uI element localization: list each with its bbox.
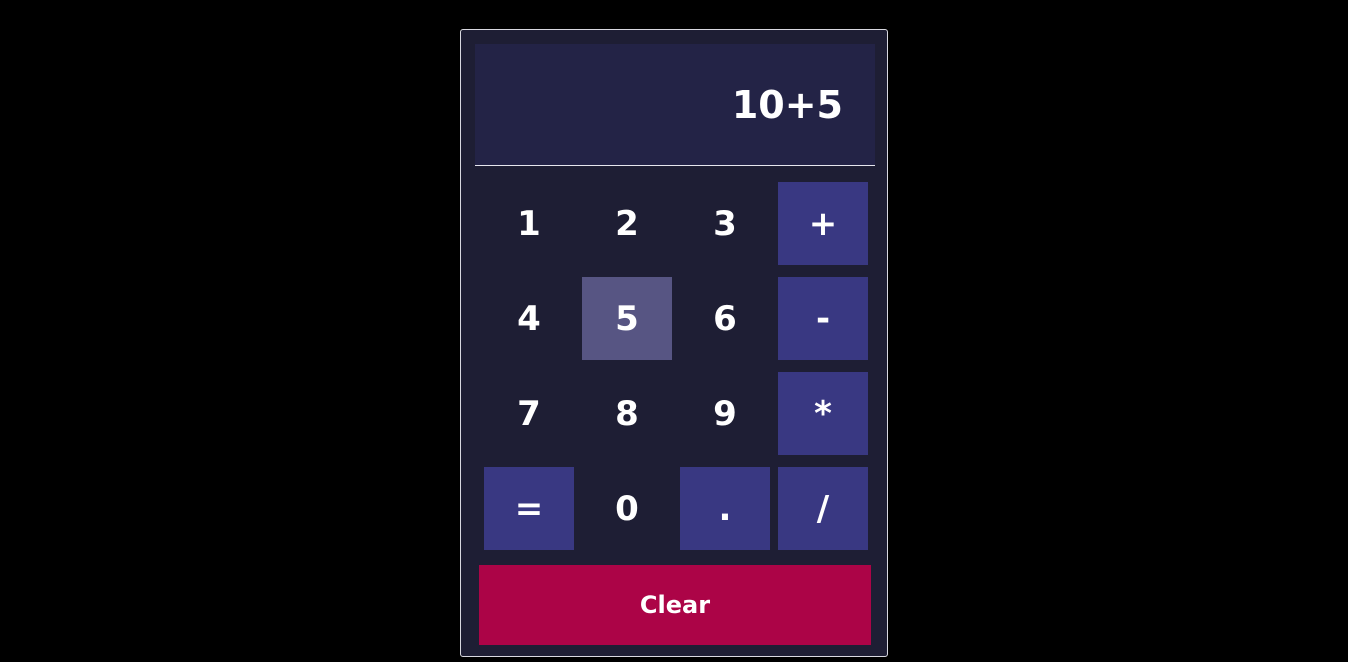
key-0[interactable]: 0 [582, 467, 672, 550]
key-1[interactable]: 1 [484, 182, 574, 265]
display-value: 10+5 [731, 82, 843, 127]
key-3[interactable]: 3 [680, 182, 770, 265]
key-9[interactable]: 9 [680, 372, 770, 455]
calculator-panel: 10+5 1 2 3 + 4 5 6 - 7 8 9 * = 0 . / Cle… [460, 29, 888, 657]
clear-button[interactable]: Clear [479, 565, 871, 645]
key-2[interactable]: 2 [582, 182, 672, 265]
key-4[interactable]: 4 [484, 277, 574, 360]
key-divide[interactable]: / [778, 467, 868, 550]
key-8[interactable]: 8 [582, 372, 672, 455]
key-5[interactable]: 5 [582, 277, 672, 360]
key-decimal[interactable]: . [680, 467, 770, 550]
key-minus[interactable]: - [778, 277, 868, 360]
key-7[interactable]: 7 [484, 372, 574, 455]
key-equals[interactable]: = [484, 467, 574, 550]
key-6[interactable]: 6 [680, 277, 770, 360]
calculator-display: 10+5 [475, 44, 875, 166]
key-plus[interactable]: + [778, 182, 868, 265]
key-multiply[interactable]: * [778, 372, 868, 455]
